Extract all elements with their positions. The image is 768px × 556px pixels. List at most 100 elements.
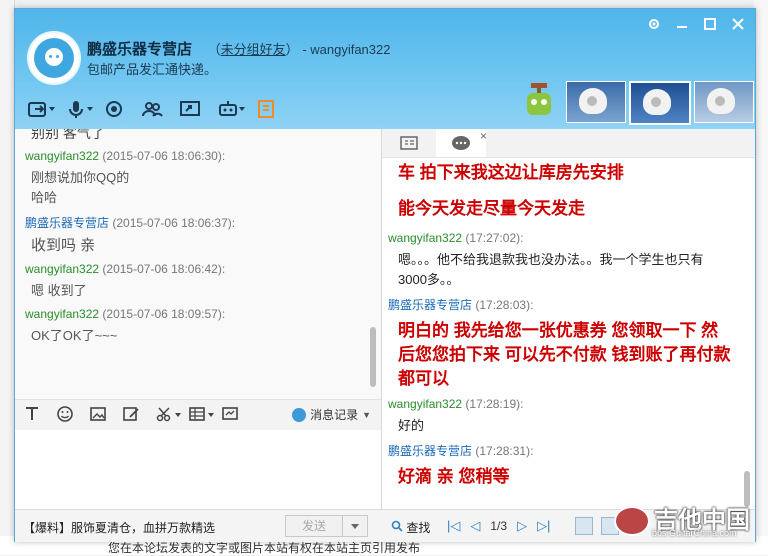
emoji-icon[interactable]	[56, 405, 76, 425]
contact-account: - wangyifan322	[302, 42, 391, 57]
message-input[interactable]	[15, 430, 381, 521]
first-page-icon[interactable]: |◁	[447, 518, 460, 534]
window-controls	[647, 17, 745, 31]
contact-title-row: 鹏盛乐器专营店 （未分组好友） - wangyifan322	[87, 38, 390, 59]
background-browser-right	[754, 0, 768, 555]
app-robot-icon[interactable]	[217, 99, 245, 121]
chat-header: 鹏盛乐器专营店 （未分组好友） - wangyifan322 包邮产品发汇通快递…	[15, 9, 755, 129]
message-line: 好滴 亲 您稍等	[398, 467, 510, 486]
left-chat-pane: 别别 客气了 wangyifan322 (2015-07-06 18:06:30…	[15, 129, 382, 521]
product-thumb-2[interactable]	[629, 81, 691, 125]
message-line: 收到吗 亲	[31, 237, 96, 254]
share-screen-icon[interactable]	[179, 99, 203, 121]
message-time: (2015-07-06 18:06:30):	[102, 149, 226, 163]
message-time: (2015-07-06 18:09:57):	[102, 307, 226, 321]
message-line: OK了OK了~~~	[31, 328, 118, 343]
site-watermark: 吉他中国 bbs.GuitarChina.com	[612, 500, 752, 540]
message-time: (17:27:02):	[465, 231, 524, 245]
contact-group: （未分组好友）	[208, 42, 299, 57]
font-icon[interactable]	[23, 405, 43, 425]
tab-chat[interactable]	[436, 129, 486, 157]
message-line: 都可以	[398, 369, 449, 388]
message-body: 车 拍下来我这边让库房先安排	[398, 161, 738, 185]
tab-profile[interactable]	[384, 129, 434, 157]
message-body: 好滴 亲 您稍等	[398, 465, 738, 489]
chat-bubble-icon	[292, 407, 307, 422]
send-button[interactable]: 发送	[285, 515, 343, 537]
contact-name[interactable]: 鹏盛乐器专营店	[87, 41, 192, 58]
product-thumb-3[interactable]	[694, 81, 754, 123]
message-time: (17:28:31):	[475, 444, 534, 458]
message-body: 好的	[398, 416, 738, 436]
message-line: 嗯。。。他不给我退款我也没办法。。我一个学生也只有	[398, 252, 704, 267]
tab-close-icon[interactable]: ×	[480, 129, 487, 143]
search-icon	[391, 520, 403, 532]
guitar-logo-icon	[614, 506, 650, 536]
avatar-face-icon	[34, 38, 74, 78]
message-line: 车 拍下来我这边让库房先安排	[398, 163, 624, 182]
message-line: 刚想说加你QQ的	[31, 170, 130, 185]
contact-avatar[interactable]	[27, 31, 81, 85]
contact-signature: 包邮产品发汇通快递。	[87, 62, 218, 77]
message-line: 明白的 我先给您一张优惠券 您领取一下 然	[398, 321, 719, 340]
message-body: 刚想说加你QQ的 哈哈	[31, 168, 375, 208]
green-robot-icon[interactable]	[519, 81, 559, 121]
settings-gear-icon[interactable]	[647, 17, 661, 31]
image-icon[interactable]	[89, 405, 109, 425]
message-header: wangyifan322 (17:28:19):	[388, 397, 738, 411]
right-tab-bar: ×	[382, 129, 755, 158]
message-time: (2015-07-06 18:06:42):	[102, 262, 226, 276]
message-header: 鹏盛乐器专营店 (17:28:03):	[388, 296, 738, 313]
next-page-icon[interactable]: ▷	[517, 518, 527, 534]
table-icon[interactable]	[188, 405, 214, 425]
message-history-button[interactable]: 消息记录 ▼	[292, 406, 371, 423]
app-orange-icon[interactable]	[255, 99, 279, 121]
sender-name: wangyifan322	[388, 397, 463, 411]
contact-group-link[interactable]: 未分组好友	[221, 42, 286, 57]
sender-name: 鹏盛乐器专营店	[25, 216, 110, 230]
message-line: 哈哈	[31, 190, 58, 205]
message-body: 收到吗 亲	[31, 236, 375, 256]
sender-name: wangyifan322	[25, 149, 100, 163]
last-page-icon[interactable]: ▷|	[537, 518, 550, 534]
message-header: wangyifan322 (2015-07-06 18:09:57):	[25, 307, 375, 321]
close-icon[interactable]	[731, 17, 745, 31]
remote-assist-icon[interactable]	[103, 99, 127, 121]
message-body: 能今天发走尽量今天发走	[398, 197, 738, 221]
history-label: 消息记录	[310, 408, 359, 422]
ad-banner-link[interactable]: 【爆料】服饰夏清仓，血拼万款精选	[23, 519, 215, 536]
message-body: 明白的 我先给您一张优惠券 您领取一下 然后您您拍下来 可以先不付款 钱到账了再…	[398, 319, 738, 391]
product-thumb-1[interactable]	[566, 81, 626, 123]
message-body: 嗯 收到了	[31, 281, 375, 301]
watermark-url: bbs.GuitarChina.com	[652, 528, 737, 538]
right-message-list[interactable]: 车 拍下来我这边让库房先安排 能今天发走尽量今天发走 wangyifan322 …	[388, 159, 738, 499]
chat-toolbar	[27, 99, 279, 121]
find-button[interactable]: 查找	[391, 519, 430, 536]
maximize-icon[interactable]	[703, 17, 717, 31]
message-header: wangyifan322 (2015-07-06 18:06:42):	[25, 262, 375, 276]
message-line: 后您您拍下来 可以先不付款 钱到账了再付款	[398, 345, 731, 364]
screen-capture-icon[interactable]	[221, 405, 241, 425]
message-line: 好的	[398, 418, 425, 433]
sender-name: 鹏盛乐器专营店	[388, 298, 473, 312]
message-header: 鹏盛乐器专营店 (17:28:31):	[388, 442, 738, 459]
editor-toolbar: 消息记录 ▼	[15, 399, 381, 430]
prev-page-icon[interactable]: ◁	[470, 518, 480, 534]
screenshot-scissors-icon[interactable]	[155, 405, 181, 425]
message-header: 鹏盛乐器专营店 (2015-07-06 18:06:37):	[25, 214, 375, 231]
file-transfer-icon[interactable]	[27, 99, 55, 121]
right-chat-pane: × 车 拍下来我这边让库房先安排 能今天发走尽量今天发走 wangyifan32…	[382, 129, 755, 521]
history-dropdown-icon[interactable]: ▼	[362, 410, 371, 420]
group-chat-icon[interactable]	[141, 99, 165, 121]
left-scrollbar-thumb[interactable]	[370, 327, 376, 387]
send-options-dropdown[interactable]	[342, 515, 368, 537]
minimize-icon[interactable]	[675, 17, 689, 31]
calendar-icon[interactable]	[575, 517, 593, 535]
left-message-list[interactable]: 别别 客气了 wangyifan322 (2015-07-06 18:06:30…	[25, 129, 375, 397]
partial-message: 别别 客气了	[31, 129, 105, 141]
message-time: (2015-07-06 18:06:37):	[112, 216, 236, 230]
doodle-icon[interactable]	[122, 405, 142, 425]
editor-icons	[23, 405, 241, 425]
message-header: wangyifan322 (17:27:02):	[388, 231, 738, 245]
voice-call-icon[interactable]	[65, 99, 93, 121]
